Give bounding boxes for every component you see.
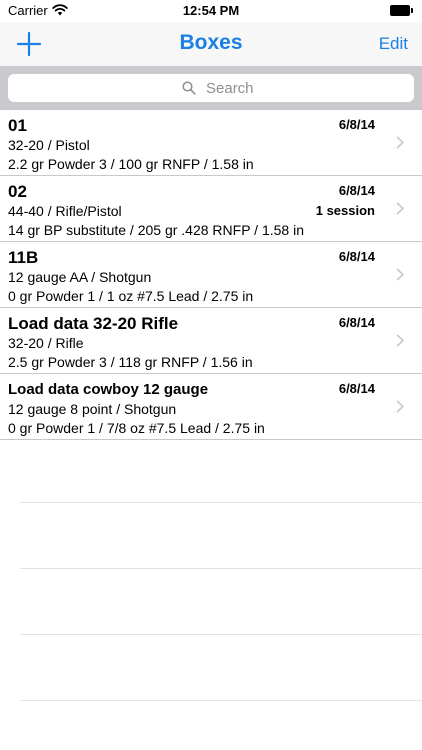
- row-date: 6/8/14: [338, 117, 375, 132]
- status-bar: Carrier 12:54 PM: [0, 0, 422, 22]
- row-load-details: 0 gr Powder 1 / 1 oz #7.5 Lead / 2.75 in: [8, 288, 254, 304]
- search-input[interactable]: Search: [8, 74, 414, 102]
- plus-icon: [16, 31, 42, 57]
- chevron-right-icon: [396, 136, 404, 149]
- list-item[interactable]: Load data cowboy 12 gauge 6/8/14 12 gaug…: [0, 374, 422, 440]
- row-caliber: 44-40 / Rifle/Pistol: [8, 203, 122, 219]
- list-item[interactable]: 11B 6/8/14 12 gauge AA / Shotgun 0 gr Po…: [0, 242, 422, 308]
- list-item[interactable]: Load data 32-20 Rifle 6/8/14 32-20 / Rif…: [0, 308, 422, 374]
- search-bar: Search: [0, 66, 422, 110]
- row-date: 6/8/14: [338, 315, 375, 330]
- page-title: Boxes: [179, 31, 243, 54]
- row-title: Load data 32-20 Rifle: [8, 314, 179, 333]
- row-caliber: 32-20 / Pistol: [8, 137, 90, 153]
- chevron-right-icon: [396, 400, 404, 413]
- row-date: 6/8/14: [338, 183, 375, 198]
- row-load-details: 2.5 gr Powder 3 / 118 gr RNFP / 1.56 in: [8, 354, 253, 370]
- row-load-details: 14 gr BP substitute / 205 gr .428 RNFP /…: [8, 222, 304, 238]
- chevron-right-icon: [396, 202, 404, 215]
- row-load-details: 0 gr Powder 1 / 7/8 oz #7.5 Lead / 2.75 …: [8, 420, 265, 436]
- row-date: 6/8/14: [338, 381, 375, 396]
- chevron-right-icon: [396, 268, 404, 281]
- row-caliber: 32-20 / Rifle: [8, 335, 84, 351]
- row-title: Load data cowboy 12 gauge: [8, 381, 209, 398]
- row-date: 6/8/14: [338, 249, 375, 264]
- row-title: 11B: [8, 248, 39, 267]
- edit-button[interactable]: Edit: [379, 34, 408, 54]
- empty-row-divider: [20, 634, 422, 635]
- add-button[interactable]: [12, 28, 46, 60]
- list-item[interactable]: 01 6/8/14 32-20 / Pistol 2.2 gr Powder 3…: [0, 110, 422, 176]
- navigation-bar: Boxes Edit: [0, 22, 422, 66]
- search-placeholder: Search: [206, 80, 254, 97]
- row-load-details: 2.2 gr Powder 3 / 100 gr RNFP / 1.58 in: [8, 156, 254, 172]
- row-title: 01: [8, 116, 27, 135]
- battery-icon: [390, 5, 414, 16]
- empty-row-divider: [20, 502, 422, 503]
- list-item[interactable]: 02 6/8/14 1 session 44-40 / Rifle/Pistol…: [0, 176, 422, 242]
- chevron-right-icon: [396, 334, 404, 347]
- session-count: 1 session: [315, 203, 375, 218]
- row-caliber: 12 gauge 8 point / Shotgun: [8, 401, 177, 417]
- boxes-list: 01 6/8/14 32-20 / Pistol 2.2 gr Powder 3…: [0, 110, 422, 440]
- empty-row-divider: [20, 700, 422, 701]
- search-icon: [182, 81, 196, 95]
- clock: 12:54 PM: [182, 3, 240, 18]
- row-title: 02: [8, 182, 27, 201]
- empty-row-divider: [20, 568, 422, 569]
- row-caliber: 12 gauge AA / Shotgun: [8, 269, 152, 285]
